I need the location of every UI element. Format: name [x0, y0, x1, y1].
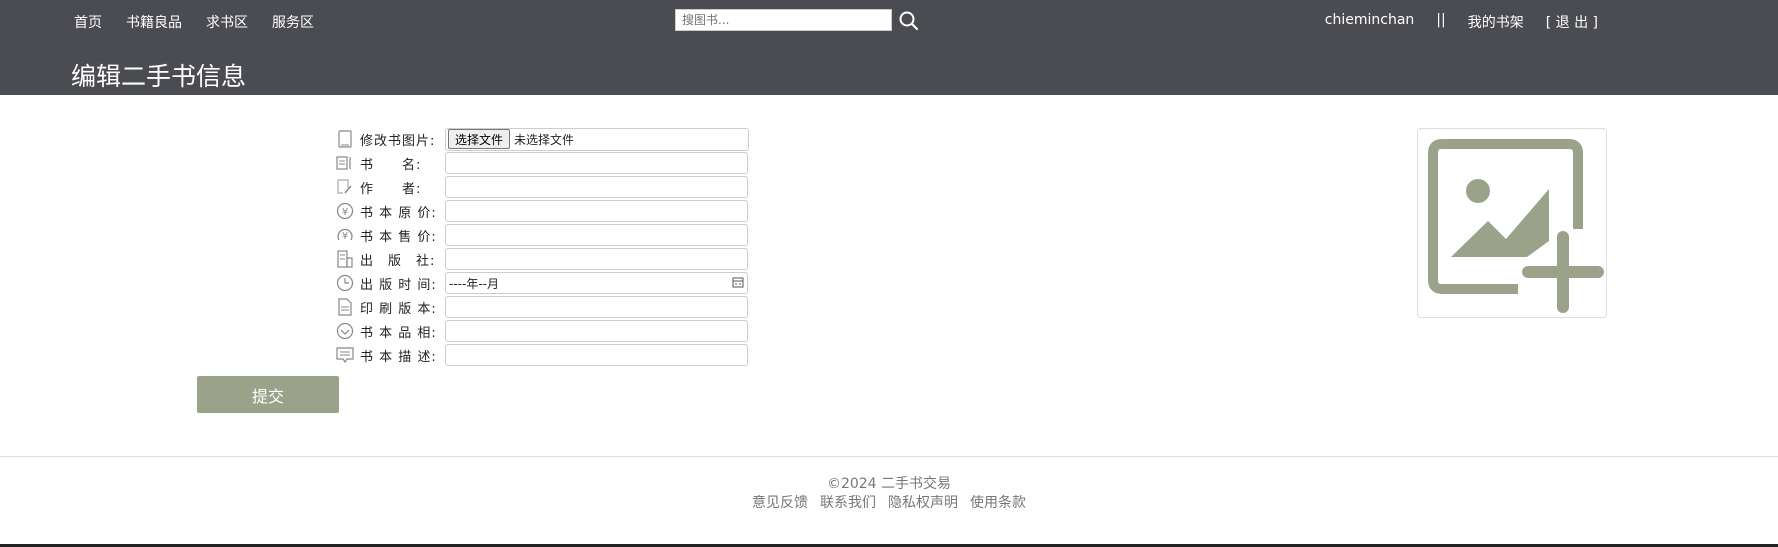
author-label: 作 者: — [360, 181, 422, 197]
author-input[interactable] — [445, 176, 748, 198]
svg-text:¥: ¥ — [342, 207, 348, 218]
form-row-condition: 书 本 品 相: — [336, 320, 748, 342]
form-row-author: 作 者: — [336, 176, 748, 198]
publisher-label: 出 版 社: — [360, 253, 436, 269]
nav-home-link[interactable]: 首页 — [74, 12, 102, 32]
choose-file-button[interactable]: 选择文件 — [448, 129, 511, 149]
sale-price-label: 书 本 售 价: — [360, 229, 437, 245]
form-row-original-price: ¥ 书 本 原 价: — [336, 200, 748, 222]
page-title: 编辑二手书信息 — [71, 62, 247, 91]
original-price-label: 书 本 原 价: — [360, 205, 437, 221]
clock-icon — [336, 274, 354, 292]
sale-price-icon: ¥ — [336, 226, 354, 244]
footer-link-terms[interactable]: 使用条款 — [970, 492, 1026, 512]
footer-divider — [0, 456, 1778, 457]
price-icon: ¥ — [336, 202, 354, 220]
nav-separator: || — [1436, 12, 1446, 28]
original-price-input[interactable] — [445, 200, 748, 222]
nav-service-link[interactable]: 服务区 — [272, 12, 314, 32]
image-upload-preview[interactable] — [1417, 128, 1607, 318]
footer-link-contact[interactable]: 联系我们 — [820, 492, 876, 512]
publisher-input[interactable] — [445, 248, 748, 270]
footer-copyright: ©2024 二手书交易 — [826, 476, 952, 492]
submit-button[interactable]: 提交 — [197, 376, 339, 413]
footer-link-feedback[interactable]: 意见反馈 — [752, 492, 808, 512]
user-nav: chieminchan || 我的书架 [ 退 出 ] — [1325, 12, 1598, 32]
edition-icon — [336, 298, 354, 316]
publish-date-value: ----年--月 — [449, 276, 499, 291]
form-row-description: 书 本 描 述: — [336, 344, 748, 366]
sale-price-input[interactable] — [445, 224, 748, 246]
title-label: 书 名: — [360, 157, 422, 173]
footer-links: 意见反馈 联系我们 隐私权声明 使用条款 — [0, 492, 1778, 512]
form-row-title: 书 名: — [336, 152, 748, 174]
edition-input[interactable] — [445, 296, 748, 318]
image-label: 修改书图片: — [360, 133, 436, 149]
description-label: 书 本 描 述: — [360, 349, 437, 365]
description-input[interactable] — [445, 344, 748, 366]
form-row-sale-price: ¥ 书 本 售 价: — [336, 224, 748, 246]
publish-date-input[interactable]: ----年--月 — [445, 272, 748, 294]
form-row-image: 修改书图片: 选择文件 未选择文件 — [336, 127, 749, 151]
username-link[interactable]: chieminchan — [1325, 12, 1415, 32]
logout-link[interactable]: [ 退 出 ] — [1546, 12, 1598, 32]
condition-icon — [336, 322, 354, 340]
calendar-icon[interactable] — [732, 276, 744, 291]
publisher-icon — [336, 250, 354, 268]
author-icon — [336, 178, 354, 196]
form-row-publish-date: 出 版 时 间: ----年--月 — [336, 272, 748, 294]
nav-request-link[interactable]: 求书区 — [206, 12, 248, 32]
condition-input[interactable] — [445, 320, 748, 342]
book-name-input[interactable] — [445, 152, 748, 174]
main-nav: 首页 书籍良品 求书区 服务区 — [74, 12, 314, 32]
my-shelf-link[interactable]: 我的书架 — [1468, 12, 1524, 32]
file-input[interactable]: 选择文件 未选择文件 — [445, 127, 749, 151]
edition-label: 印 刷 版 本: — [360, 301, 437, 317]
nav-books-link[interactable]: 书籍良品 — [126, 12, 182, 32]
form-row-edition: 印 刷 版 本: — [336, 296, 748, 318]
add-image-icon — [1418, 139, 1608, 323]
file-status: 未选择文件 — [514, 132, 575, 147]
image-file-icon — [336, 130, 354, 148]
publish-date-label: 出 版 时 间: — [360, 277, 437, 293]
condition-label: 书 本 品 相: — [360, 325, 437, 341]
svg-text:¥: ¥ — [342, 231, 348, 242]
footer-link-privacy[interactable]: 隐私权声明 — [888, 492, 958, 512]
description-icon — [336, 346, 354, 364]
search-input[interactable] — [675, 9, 892, 31]
form-row-publisher: 出 版 社: — [336, 248, 748, 270]
book-name-icon — [336, 154, 354, 172]
top-header: 首页 书籍良品 求书区 服务区 chieminchan || 我的书架 [ 退 … — [0, 0, 1778, 95]
search-icon[interactable] — [898, 10, 920, 32]
